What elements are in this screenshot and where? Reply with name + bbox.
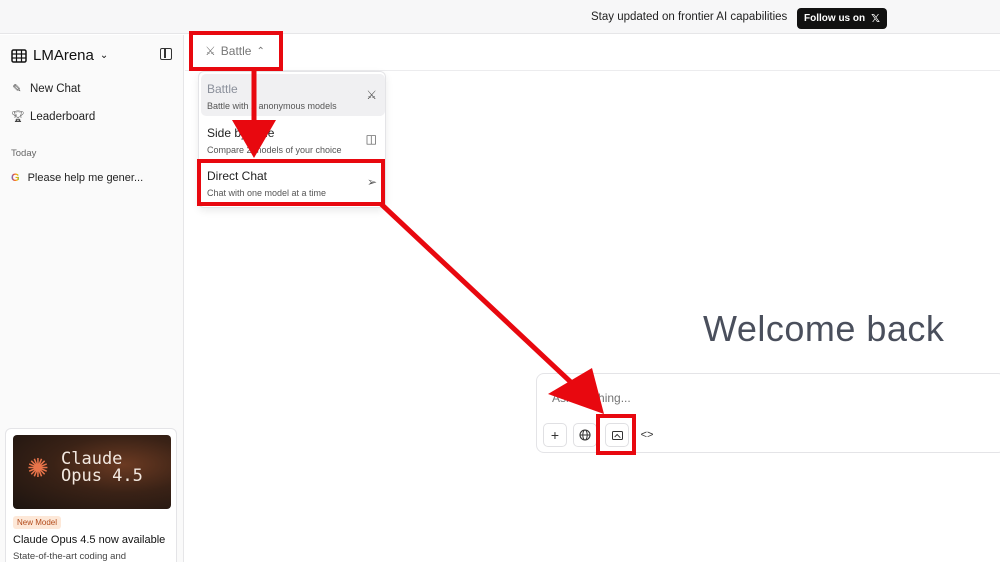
sidebar-item-label: Leaderboard: [30, 110, 96, 123]
top-banner: Stay updated on frontier AI capabilities…: [0, 0, 1000, 34]
sidebar-item-label: New Chat: [30, 82, 81, 95]
image-icon: [611, 430, 623, 440]
code-icon: <>: [640, 429, 654, 441]
promo-description: State-of-the-art coding and: [13, 551, 127, 562]
menu-item-title: Side by Side: [207, 126, 275, 140]
promo-headline: Claude Opus 4.5 now available: [13, 534, 166, 546]
new-model-badge: New Model: [13, 516, 62, 529]
attach-button[interactable]: +: [543, 423, 567, 447]
web-search-button[interactable]: [573, 423, 597, 447]
history-item[interactable]: G Please help me gener...: [11, 172, 143, 184]
menu-item-direct-chat[interactable]: Direct Chat Chat with one model at a tim…: [201, 161, 385, 203]
promo-image: ✺ Claude Opus 4.5: [13, 435, 171, 509]
menu-item-title: Battle: [207, 82, 238, 96]
section-today: Today: [11, 148, 37, 159]
grid-logo-icon: [11, 48, 27, 63]
image-button[interactable]: [605, 423, 629, 447]
swords-icon: ⚔︎: [205, 44, 216, 58]
trophy-icon: 🏆︎: [11, 111, 25, 123]
sunburst-icon: ✺: [27, 453, 49, 483]
brand-name: LMArena: [33, 47, 94, 64]
sidebar-item-leaderboard[interactable]: 🏆︎ Leaderboard: [11, 110, 96, 124]
sidebar: LMArena ⌄ ✎ New Chat 🏆︎ Leaderboard Toda…: [0, 35, 184, 562]
google-icon: G: [11, 172, 20, 184]
sidebar-collapse-icon[interactable]: [160, 48, 172, 60]
menu-item-desc: Chat with one model at a time: [207, 188, 327, 198]
menu-item-title: Direct Chat: [207, 169, 268, 183]
code-button[interactable]: <>: [635, 423, 659, 447]
swords-icon: ⚔︎: [366, 88, 377, 102]
promo-image-title: Claude Opus 4.5: [61, 449, 143, 486]
follow-us-button[interactable]: Follow us on 𝕏: [797, 8, 887, 29]
menu-item-desc: Compare 2 models of your choice: [207, 145, 342, 155]
chevron-down-icon: ⌄: [99, 50, 109, 61]
brand-menu[interactable]: LMArena ⌄: [11, 47, 108, 64]
menu-item-desc: Battle with 2 anonymous models: [207, 101, 337, 111]
mode-dropdown-menu: Battle Battle with 2 anonymous models ⚔︎…: [198, 71, 386, 208]
chat-input[interactable]: [552, 391, 952, 405]
chat-input-box: + <>: [536, 373, 1000, 453]
banner-text: Stay updated on frontier AI capabilities: [591, 11, 788, 23]
menu-item-side-by-side[interactable]: Side by Side Compare 2 models of your ch…: [201, 118, 385, 160]
mode-selector-button[interactable]: ⚔︎ Battle ⌃: [205, 44, 265, 58]
columns-icon: ◫: [365, 132, 377, 146]
edit-icon: ✎: [12, 83, 22, 95]
chevron-up-icon: ⌃: [256, 45, 265, 57]
promo-card[interactable]: ✺ Claude Opus 4.5 New Model Claude Opus …: [5, 428, 177, 562]
x-logo-icon: 𝕏: [871, 13, 880, 25]
mode-label: Battle: [220, 44, 252, 58]
globe-icon: [579, 429, 591, 441]
welcome-heading: Welcome back: [703, 308, 945, 349]
plus-icon: +: [550, 427, 560, 443]
send-icon: ➢: [366, 175, 377, 189]
menu-item-battle[interactable]: Battle Battle with 2 anonymous models ⚔︎: [201, 74, 385, 116]
follow-label: Follow us on: [804, 13, 866, 24]
sidebar-item-new-chat[interactable]: ✎ New Chat: [11, 82, 81, 96]
history-item-label: Please help me gener...: [27, 172, 144, 184]
